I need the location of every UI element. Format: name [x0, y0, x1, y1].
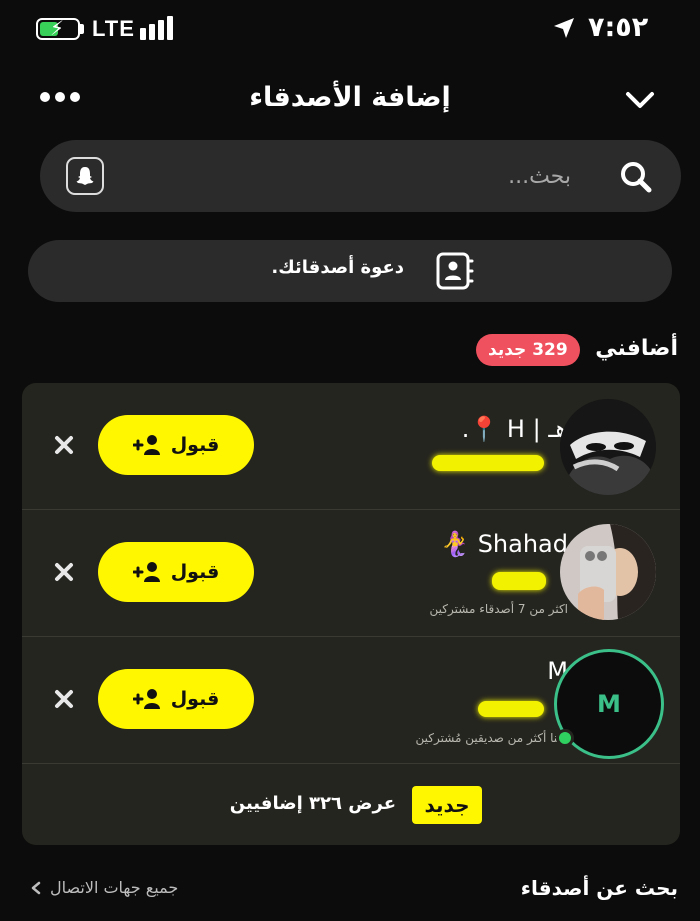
- dismiss-icon[interactable]: [52, 560, 76, 584]
- avatar-initial: M: [597, 690, 621, 718]
- all-contacts-label: جميع جهات الاتصال: [50, 878, 179, 897]
- add-friend-icon: [132, 435, 160, 455]
- online-indicator: [556, 729, 574, 747]
- contacts-book-icon: [436, 252, 474, 290]
- request-row[interactable]: قبول M بيننا أكثر من صديقين مُشتركين M: [22, 637, 680, 764]
- ghost-icon[interactable]: [66, 157, 104, 195]
- add-friend-icon: [132, 562, 160, 582]
- invite-friends-button[interactable]: دعوة أصدقائك.: [28, 240, 672, 302]
- signal-icon: [140, 16, 180, 40]
- new-count-badge: 329 جديد: [476, 334, 580, 366]
- request-name: Shahad 🧜‍♀️: [440, 530, 568, 558]
- redaction-mark: [432, 455, 544, 471]
- status-bar: ⚡ LTE ٧:٥٢: [0, 0, 700, 60]
- accept-button[interactable]: قبول: [98, 415, 254, 475]
- redaction-mark: [492, 572, 546, 590]
- request-row[interactable]: قبول هـ | H 📍.: [22, 383, 680, 510]
- accept-label: قبول: [170, 434, 220, 456]
- mutual-friends-text: اكثر من 7 أصدقاء مشتركين: [429, 602, 568, 616]
- request-name: هـ | H 📍.: [461, 415, 568, 443]
- clock: ٧:٥٢: [588, 12, 649, 43]
- search-input[interactable]: [120, 158, 571, 194]
- view-more-button[interactable]: عرض ٣٢٦ إضافيين جديد: [22, 764, 680, 845]
- request-row[interactable]: قبول Shahad 🧜‍♀️ اكثر من 7 أصدقاء مشتركي…: [22, 510, 680, 637]
- dismiss-icon[interactable]: [52, 687, 76, 711]
- search-icon: [621, 162, 652, 193]
- accept-button[interactable]: قبول: [98, 669, 254, 729]
- mutual-friends-text: بيننا أكثر من صديقين مُشتركين: [415, 731, 568, 745]
- chevron-left-icon: [31, 881, 41, 894]
- new-tag: جديد: [412, 786, 482, 824]
- battery-icon: ⚡: [36, 17, 80, 40]
- accept-button[interactable]: قبول: [98, 542, 254, 602]
- added-me-title: أضافني: [595, 336, 678, 361]
- add-friend-icon: [132, 689, 160, 709]
- accept-label: قبول: [170, 561, 220, 583]
- page-title: إضافة الأصدقاء: [249, 82, 451, 113]
- header: إضافة الأصدقاء: [0, 72, 700, 128]
- redaction-mark: [478, 701, 544, 717]
- battery-tip: [80, 24, 84, 34]
- view-more-label: عرض ٣٢٦ إضافيين: [229, 793, 396, 814]
- all-contacts-link[interactable]: جميع جهات الاتصال: [30, 878, 178, 897]
- find-friends-title: بحث عن أصدقاء: [520, 876, 678, 900]
- search-bar[interactable]: [40, 140, 681, 212]
- accept-label: قبول: [170, 688, 220, 710]
- avatar[interactable]: [560, 524, 656, 620]
- avatar[interactable]: [560, 399, 656, 495]
- chevron-down-icon[interactable]: [624, 88, 656, 112]
- dismiss-icon[interactable]: [52, 433, 76, 457]
- location-arrow-icon: [554, 18, 574, 38]
- invite-label: دعوة أصدقائك.: [271, 257, 404, 278]
- friend-requests-card: قبول هـ | H 📍. قبول: [22, 383, 680, 845]
- network-type: LTE: [92, 16, 135, 41]
